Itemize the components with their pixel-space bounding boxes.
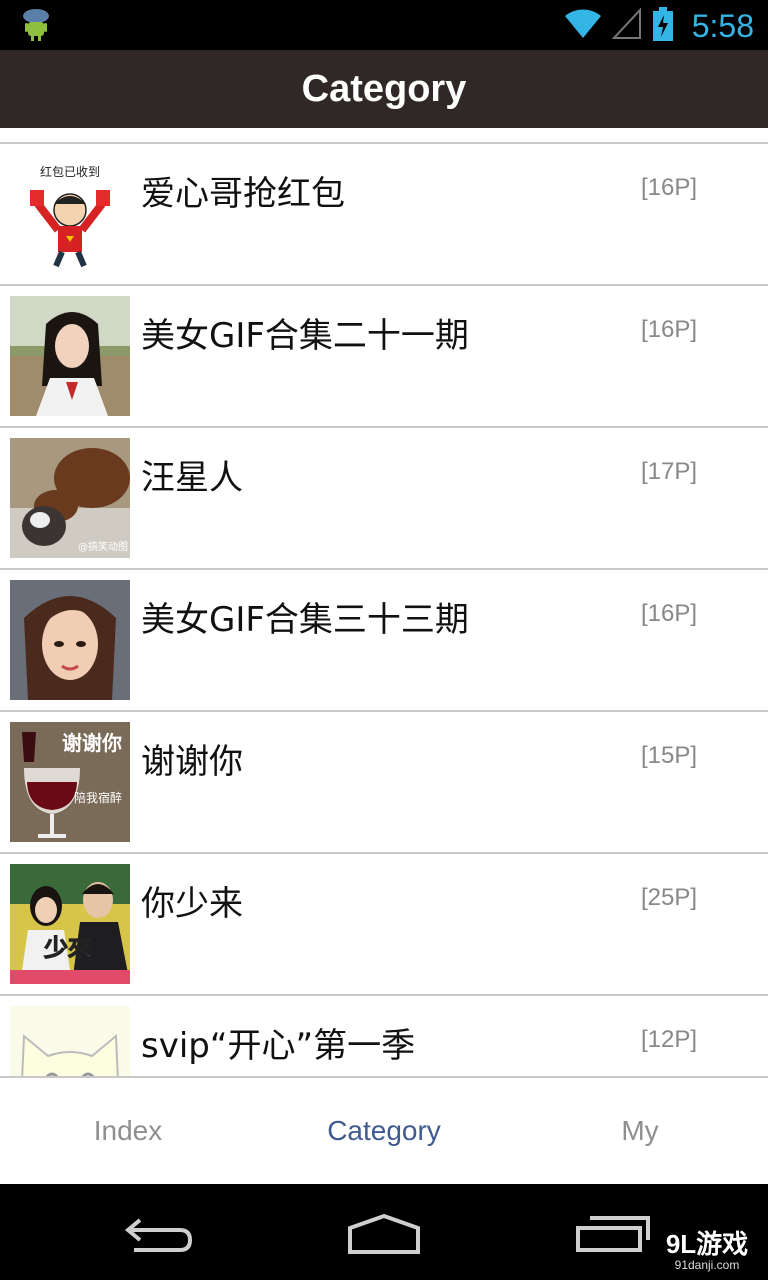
item-count: [16P] <box>640 600 697 627</box>
thumb-caption: 谢谢你 <box>62 731 122 755</box>
item-title: 美女GIF合集二十一期 <box>141 316 469 356</box>
item-title: 爱心哥抢红包 <box>141 174 345 214</box>
list-item[interactable]: 少來 你少来 [25P] <box>0 852 768 994</box>
item-count: [12P] <box>640 1026 697 1053</box>
category-list[interactable]: 红包已收到 爱心哥抢红包 [16P] 美女GIF合集二十一期 [16P] @搞笑… <box>0 128 768 1076</box>
bottom-tab-bar: Index Category My <box>0 1076 768 1184</box>
thumb-caption: 红包已收到 <box>40 164 100 179</box>
home-icon[interactable] <box>334 1202 434 1262</box>
item-thumbnail <box>10 296 130 416</box>
item-count: [15P] <box>640 742 697 769</box>
item-count: [17P] <box>640 458 697 485</box>
list-item[interactable]: svip“开心”第一季 [12P] <box>0 994 768 1076</box>
system-nav-bar <box>0 1184 768 1280</box>
thumb-caption: 少來 <box>43 934 92 962</box>
item-thumbnail: 谢谢你 陪我宿醉 <box>10 722 130 842</box>
signal-icon <box>611 7 642 44</box>
item-count: [16P] <box>640 174 697 201</box>
back-icon[interactable] <box>110 1202 210 1262</box>
item-thumbnail: @搞笑动图 <box>10 438 130 558</box>
item-thumbnail <box>10 1006 130 1076</box>
watermark: 9L游戏 91danji.com <box>662 1230 752 1278</box>
list-item[interactable]: 谢谢你 陪我宿醉 谢谢你 [15P] <box>0 710 768 852</box>
list-item[interactable]: @搞笑动图 汪星人 [17P] <box>0 426 768 568</box>
thumb-caption: @搞笑动图 <box>78 540 128 553</box>
item-title: 你少来 <box>141 884 243 924</box>
watermark-url: 91danji.com <box>674 1258 740 1272</box>
action-bar: Category <box>0 50 768 128</box>
watermark-logo: 9L游戏 <box>665 1229 749 1259</box>
item-thumbnail <box>10 580 130 700</box>
list-item[interactable]: 红包已收到 爱心哥抢红包 [16P] <box>0 142 768 284</box>
item-title: svip“开心”第一季 <box>141 1026 416 1066</box>
item-thumbnail: 少來 <box>10 864 130 984</box>
android-debug-icon <box>20 8 52 42</box>
item-title: 美女GIF合集三十三期 <box>141 600 469 640</box>
item-count: [16P] <box>640 316 697 343</box>
list-item[interactable]: 美女GIF合集三十三期 [16P] <box>0 568 768 710</box>
item-count: [25P] <box>640 884 697 911</box>
tab-index[interactable]: Index <box>0 1078 256 1184</box>
recent-apps-icon[interactable] <box>566 1202 666 1262</box>
battery-charging-icon <box>652 7 674 45</box>
wifi-icon <box>564 8 602 44</box>
tab-my[interactable]: My <box>512 1078 768 1184</box>
tab-category[interactable]: Category <box>256 1078 512 1184</box>
thumb-caption-2: 陪我宿醉 <box>74 790 122 805</box>
item-title: 谢谢你 <box>141 742 243 782</box>
list-item[interactable]: 美女GIF合集二十一期 [16P] <box>0 284 768 426</box>
page-title: Category <box>301 67 467 110</box>
item-thumbnail: 红包已收到 <box>10 154 130 274</box>
status-clock: 5:58 <box>691 7 754 44</box>
item-title: 汪星人 <box>141 458 243 498</box>
status-bar: 5:58 <box>0 0 768 50</box>
